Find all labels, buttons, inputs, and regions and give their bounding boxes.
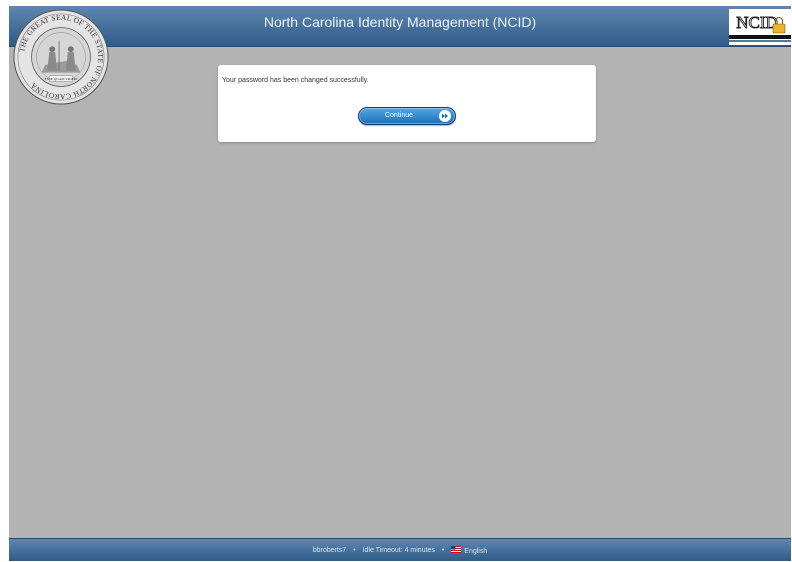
footer-separator: •: [353, 547, 356, 554]
success-message: Your password has been changed successfu…: [222, 77, 369, 84]
us-flag-icon: [451, 546, 462, 553]
fast-forward-icon: [439, 110, 451, 122]
language-label: English: [464, 547, 488, 555]
state-seal: THE GREAT SEAL OF THE STATE OF NORTH CAR…: [13, 9, 109, 105]
page-frame: North Carolina Identity Management (NCID…: [9, 6, 791, 561]
continue-label: Continue: [384, 112, 414, 119]
seal-motto: ESSE QUAM VIDERI: [45, 77, 78, 81]
idle-timeout-text: Idle Timeout: 4 minutes: [362, 547, 435, 554]
ncid-logo: NCID: [729, 9, 791, 45]
footer-bar: bbroberts7 • Idle Timeout: 4 minutes • E…: [9, 538, 791, 561]
footer-separator: •: [441, 547, 445, 554]
language-selector[interactable]: English: [451, 546, 487, 555]
page-title: North Carolina Identity Management (NCID…: [263, 14, 537, 30]
continue-button[interactable]: Continue: [358, 107, 456, 125]
logo-text: NCID: [736, 13, 778, 32]
header-bar: North Carolina Identity Management (NCID…: [9, 6, 791, 47]
confirmation-dialog: Your password has been changed successfu…: [218, 65, 596, 142]
footer-username: bbroberts7: [312, 547, 347, 554]
